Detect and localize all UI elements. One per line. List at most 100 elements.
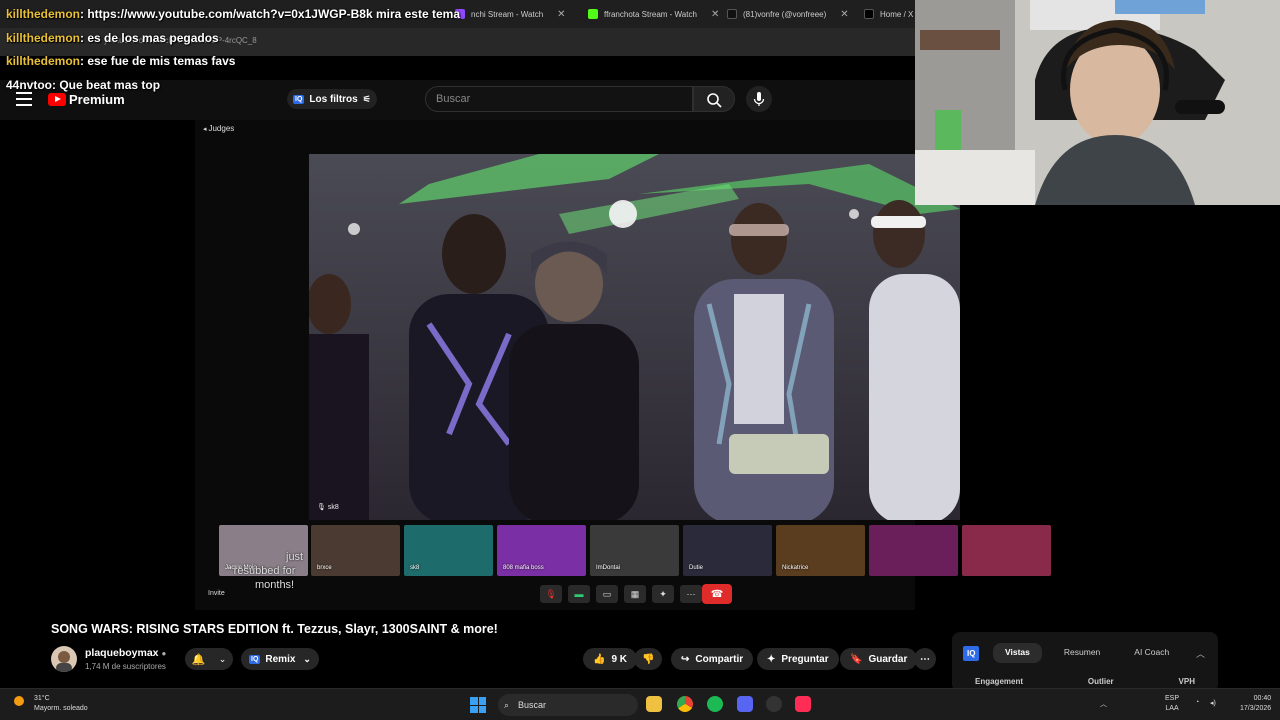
channel-name[interactable]: plaqueboymax ● (85, 647, 166, 659)
sparkle-icon: ✦ (767, 653, 776, 665)
close-tab-icon[interactable]: ✕ (711, 9, 719, 20)
thumbs-up-icon: 👍 (593, 653, 606, 665)
bookmark-icon: 🔖 (850, 653, 863, 665)
participant-name: Dutie (689, 565, 704, 571)
taskbar-search[interactable]: ⌕ Buscar (498, 694, 638, 716)
search-icon: ⌕ (504, 699, 510, 710)
camera-icon[interactable]: ▬ (568, 585, 590, 603)
start-button[interactable] (470, 697, 486, 713)
microphone-icon (753, 92, 765, 106)
weather-widget[interactable]: 31°C Mayorm. soleado (14, 694, 88, 714)
participant-tile[interactable]: ImDontai (590, 525, 679, 576)
main-video-feed[interactable] (309, 154, 960, 520)
x-icon (864, 9, 874, 19)
tab-resumen[interactable]: Resumen (1052, 643, 1112, 663)
tab-vistas[interactable]: Vistas (993, 643, 1042, 663)
main-participant-label: 🎙 sk8 (317, 504, 339, 511)
chat-message: killthedemon: https://www.youtube.com/wa… (6, 7, 461, 21)
analytics-columns: Engagement Outlier VPH (975, 677, 1195, 686)
obs-icon[interactable] (766, 696, 782, 712)
channel-avatar[interactable] (51, 646, 77, 672)
invite-button[interactable]: Invite (208, 590, 225, 597)
chat-message: killthedemon: ese fue de mis temas favs (6, 54, 236, 68)
more-icon: ⋯ (920, 653, 930, 665)
dislike-button[interactable]: 👎 (634, 648, 663, 670)
tab-ai-coach[interactable]: AI Coach (1122, 643, 1181, 663)
participant-tile[interactable]: Nickatrice (776, 525, 865, 576)
chevron-down-icon: ⌄ (303, 653, 311, 664)
chrome-icon[interactable] (677, 696, 693, 712)
voice-search-button[interactable] (746, 86, 772, 112)
search-button[interactable] (693, 86, 735, 112)
participant-tile[interactable]: 808 mafia boss (497, 525, 586, 576)
windows-taskbar (0, 688, 1280, 720)
participant-tile[interactable]: brxce (311, 525, 400, 576)
effects-icon[interactable]: ✦ (652, 585, 674, 603)
remix-button[interactable]: IQ Remix ⌄ (241, 648, 319, 670)
subscriber-count: 1,74 M de suscriptores (85, 662, 166, 671)
screen-share-icon[interactable]: ▭ (596, 585, 618, 603)
share-icon: ↪ (681, 653, 690, 665)
tiktok-app-icon[interactable] (795, 696, 811, 712)
participant-name: ImDontai (596, 565, 621, 571)
ask-button[interactable]: ✦ Preguntar (757, 648, 839, 670)
more-options-icon[interactable]: ⋯ (680, 585, 702, 603)
language-indicator[interactable]: ESP LAA (1165, 694, 1179, 714)
browser-tab[interactable]: ffranchota Stream - Watch ✕ (588, 4, 719, 24)
volume-icon: ◂) (1210, 700, 1216, 707)
participant-tile[interactable]: Dutie (683, 525, 772, 576)
hamburger-menu-icon[interactable] (16, 92, 32, 106)
call-controls: 🎙 ▬ ▭ ▦ ✦ ⋯ (540, 584, 702, 604)
phone-icon: ☎ (710, 588, 724, 600)
youtube-play-icon (48, 93, 66, 106)
resub-alert: just resubbed for months! (233, 551, 304, 591)
kick-icon (588, 9, 598, 19)
sliders-icon: ⚟ (362, 93, 371, 104)
browser-tab[interactable]: nchi Stream - Watch ✕ (455, 4, 566, 24)
save-button[interactable]: 🔖 Guardar (840, 648, 918, 670)
like-button[interactable]: 👍 9 K (583, 648, 638, 670)
share-button[interactable]: ↪ Compartir (671, 648, 754, 670)
participant-tile[interactable] (869, 525, 958, 576)
participant-tile[interactable] (962, 525, 1051, 576)
participant-name: Nickatrice (782, 565, 809, 571)
filters-button[interactable]: IQ Los filtros ⚟ (287, 89, 377, 109)
discord-icon[interactable] (737, 696, 753, 712)
spotify-icon[interactable] (707, 696, 723, 712)
iq-badge: IQ (293, 94, 305, 104)
room-label: ◂ Judges (203, 124, 235, 133)
participant-name: sk8 (410, 565, 420, 571)
webcam-image (915, 0, 1280, 205)
close-tab-icon[interactable]: ✕ (840, 9, 848, 20)
chat-message: 44nvtoo: Que beat mas top (6, 78, 161, 92)
search-input[interactable]: Buscar (425, 86, 693, 112)
chevron-up-icon: ︿ (1100, 701, 1107, 708)
search-icon (707, 93, 722, 108)
browser-tab[interactable]: Home / X (864, 4, 913, 24)
video-title: SONG WARS: RISING STARS EDITION ft. Tezz… (51, 622, 498, 636)
sun-icon (14, 696, 24, 706)
close-tab-icon[interactable]: ✕ (557, 9, 565, 20)
video-frame-image (309, 154, 960, 520)
participant-name: 808 mafia boss (503, 565, 544, 571)
participant-tile[interactable]: sk8 (404, 525, 493, 576)
bell-icon: 🔔 (191, 653, 206, 666)
grid-layout-icon[interactable]: ▦ (624, 585, 646, 603)
verified-icon: ● (161, 649, 167, 658)
participant-name: brxce (317, 565, 332, 571)
tiktok-icon (727, 9, 737, 19)
iq-logo: IQ (963, 643, 984, 661)
thumbs-down-icon: 👎 (642, 653, 655, 665)
file-explorer-icon[interactable] (646, 696, 662, 712)
mute-mic-icon[interactable]: 🎙 (540, 585, 562, 603)
wifi-icon: ◔ (1195, 699, 1200, 706)
avatar-image (56, 651, 72, 672)
more-actions-button[interactable]: ⋯ (914, 648, 936, 670)
hang-up-button[interactable]: ☎ (702, 584, 732, 604)
browser-tab[interactable]: (81)vonfre (@vonfreee) ✕ (727, 4, 849, 24)
system-clock[interactable]: 00:40 17/3/2026 (1240, 694, 1271, 714)
notification-bell-button[interactable]: 🔔 ⌄ (185, 648, 233, 670)
youtube-premium-logo[interactable]: Premium (48, 92, 125, 107)
collapse-icon[interactable]: ︿ (1196, 647, 1205, 660)
streamer-webcam (915, 0, 1280, 205)
